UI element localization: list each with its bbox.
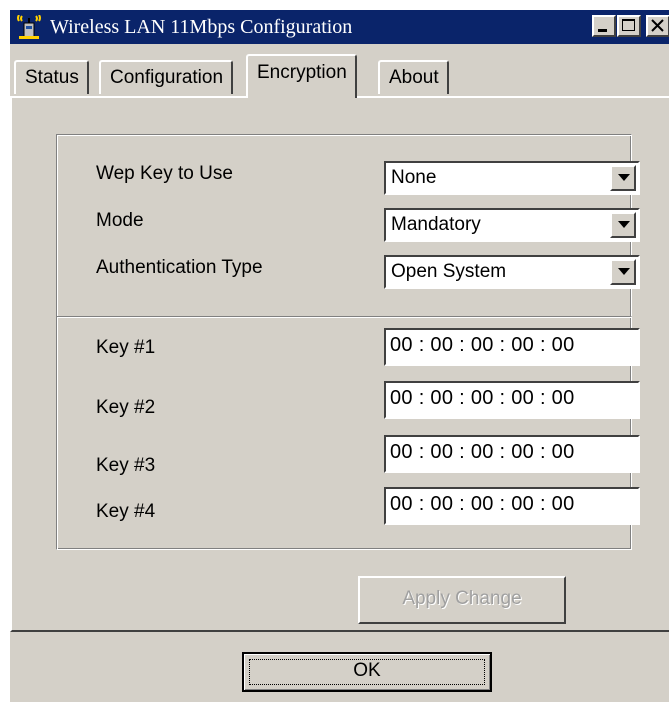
apply-change-button[interactable]: Apply Change	[358, 576, 566, 624]
maximize-button[interactable]	[617, 15, 641, 37]
wireless-antenna-icon	[15, 14, 43, 39]
wep-key-value: None	[391, 167, 437, 188]
key-4-input[interactable]: 00 : 00 : 00 : 00 : 00	[384, 487, 640, 525]
ok-button[interactable]: OK	[242, 652, 492, 692]
maximize-icon	[622, 19, 635, 31]
key-4-label: Key #4	[96, 501, 156, 522]
auth-type-label: Authentication Type	[96, 257, 263, 278]
chevron-down-icon[interactable]	[610, 212, 636, 238]
auth-type-dropdown[interactable]: Open System	[384, 255, 640, 289]
key-2-input[interactable]: 00 : 00 : 00 : 00 : 00	[384, 381, 640, 419]
tab-status-label: Status	[25, 67, 79, 88]
mode-dropdown[interactable]: Mandatory	[384, 208, 640, 242]
wep-settings-group: Wep Key to Use None Mode Mandatory Authe…	[56, 134, 640, 318]
tab-configuration-label: Configuration	[110, 67, 224, 88]
tab-encryption-label: Encryption	[257, 62, 347, 83]
key-3-label: Key #3	[96, 455, 156, 476]
chevron-down-icon[interactable]	[610, 165, 636, 191]
tab-status[interactable]: Status	[14, 60, 89, 94]
config-window: Wireless LAN 11Mbps Configuration Status…	[8, 8, 669, 702]
tab-configuration[interactable]: Configuration	[99, 60, 234, 94]
key-2-label: Key #2	[96, 397, 156, 418]
key-1-label: Key #1	[96, 337, 156, 358]
encryption-tab-panel: Wep Key to Use None Mode Mandatory Authe…	[10, 96, 669, 632]
key-1-input[interactable]: 00 : 00 : 00 : 00 : 00	[384, 328, 640, 366]
wep-keys-group: Key #1 00 : 00 : 00 : 00 : 00 Key #2 00 …	[56, 316, 640, 550]
chevron-down-icon[interactable]	[610, 259, 636, 285]
mode-value: Mandatory	[391, 214, 481, 235]
key-3-input[interactable]: 00 : 00 : 00 : 00 : 00	[384, 435, 640, 473]
minimize-button[interactable]	[592, 15, 616, 37]
window-title: Wireless LAN 11Mbps Configuration	[50, 16, 353, 38]
tab-about[interactable]: About	[378, 60, 449, 94]
close-button[interactable]	[646, 15, 669, 37]
title-bar[interactable]: Wireless LAN 11Mbps Configuration	[10, 10, 669, 44]
close-icon	[651, 19, 664, 32]
wep-key-dropdown[interactable]: None	[384, 161, 640, 195]
tab-about-label: About	[389, 67, 439, 88]
minimize-icon	[598, 29, 607, 32]
focus-rect	[249, 659, 485, 685]
auth-type-value: Open System	[391, 261, 507, 282]
mode-label: Mode	[96, 210, 144, 231]
wep-key-label: Wep Key to Use	[96, 163, 233, 184]
tab-encryption[interactable]: Encryption	[246, 54, 357, 98]
